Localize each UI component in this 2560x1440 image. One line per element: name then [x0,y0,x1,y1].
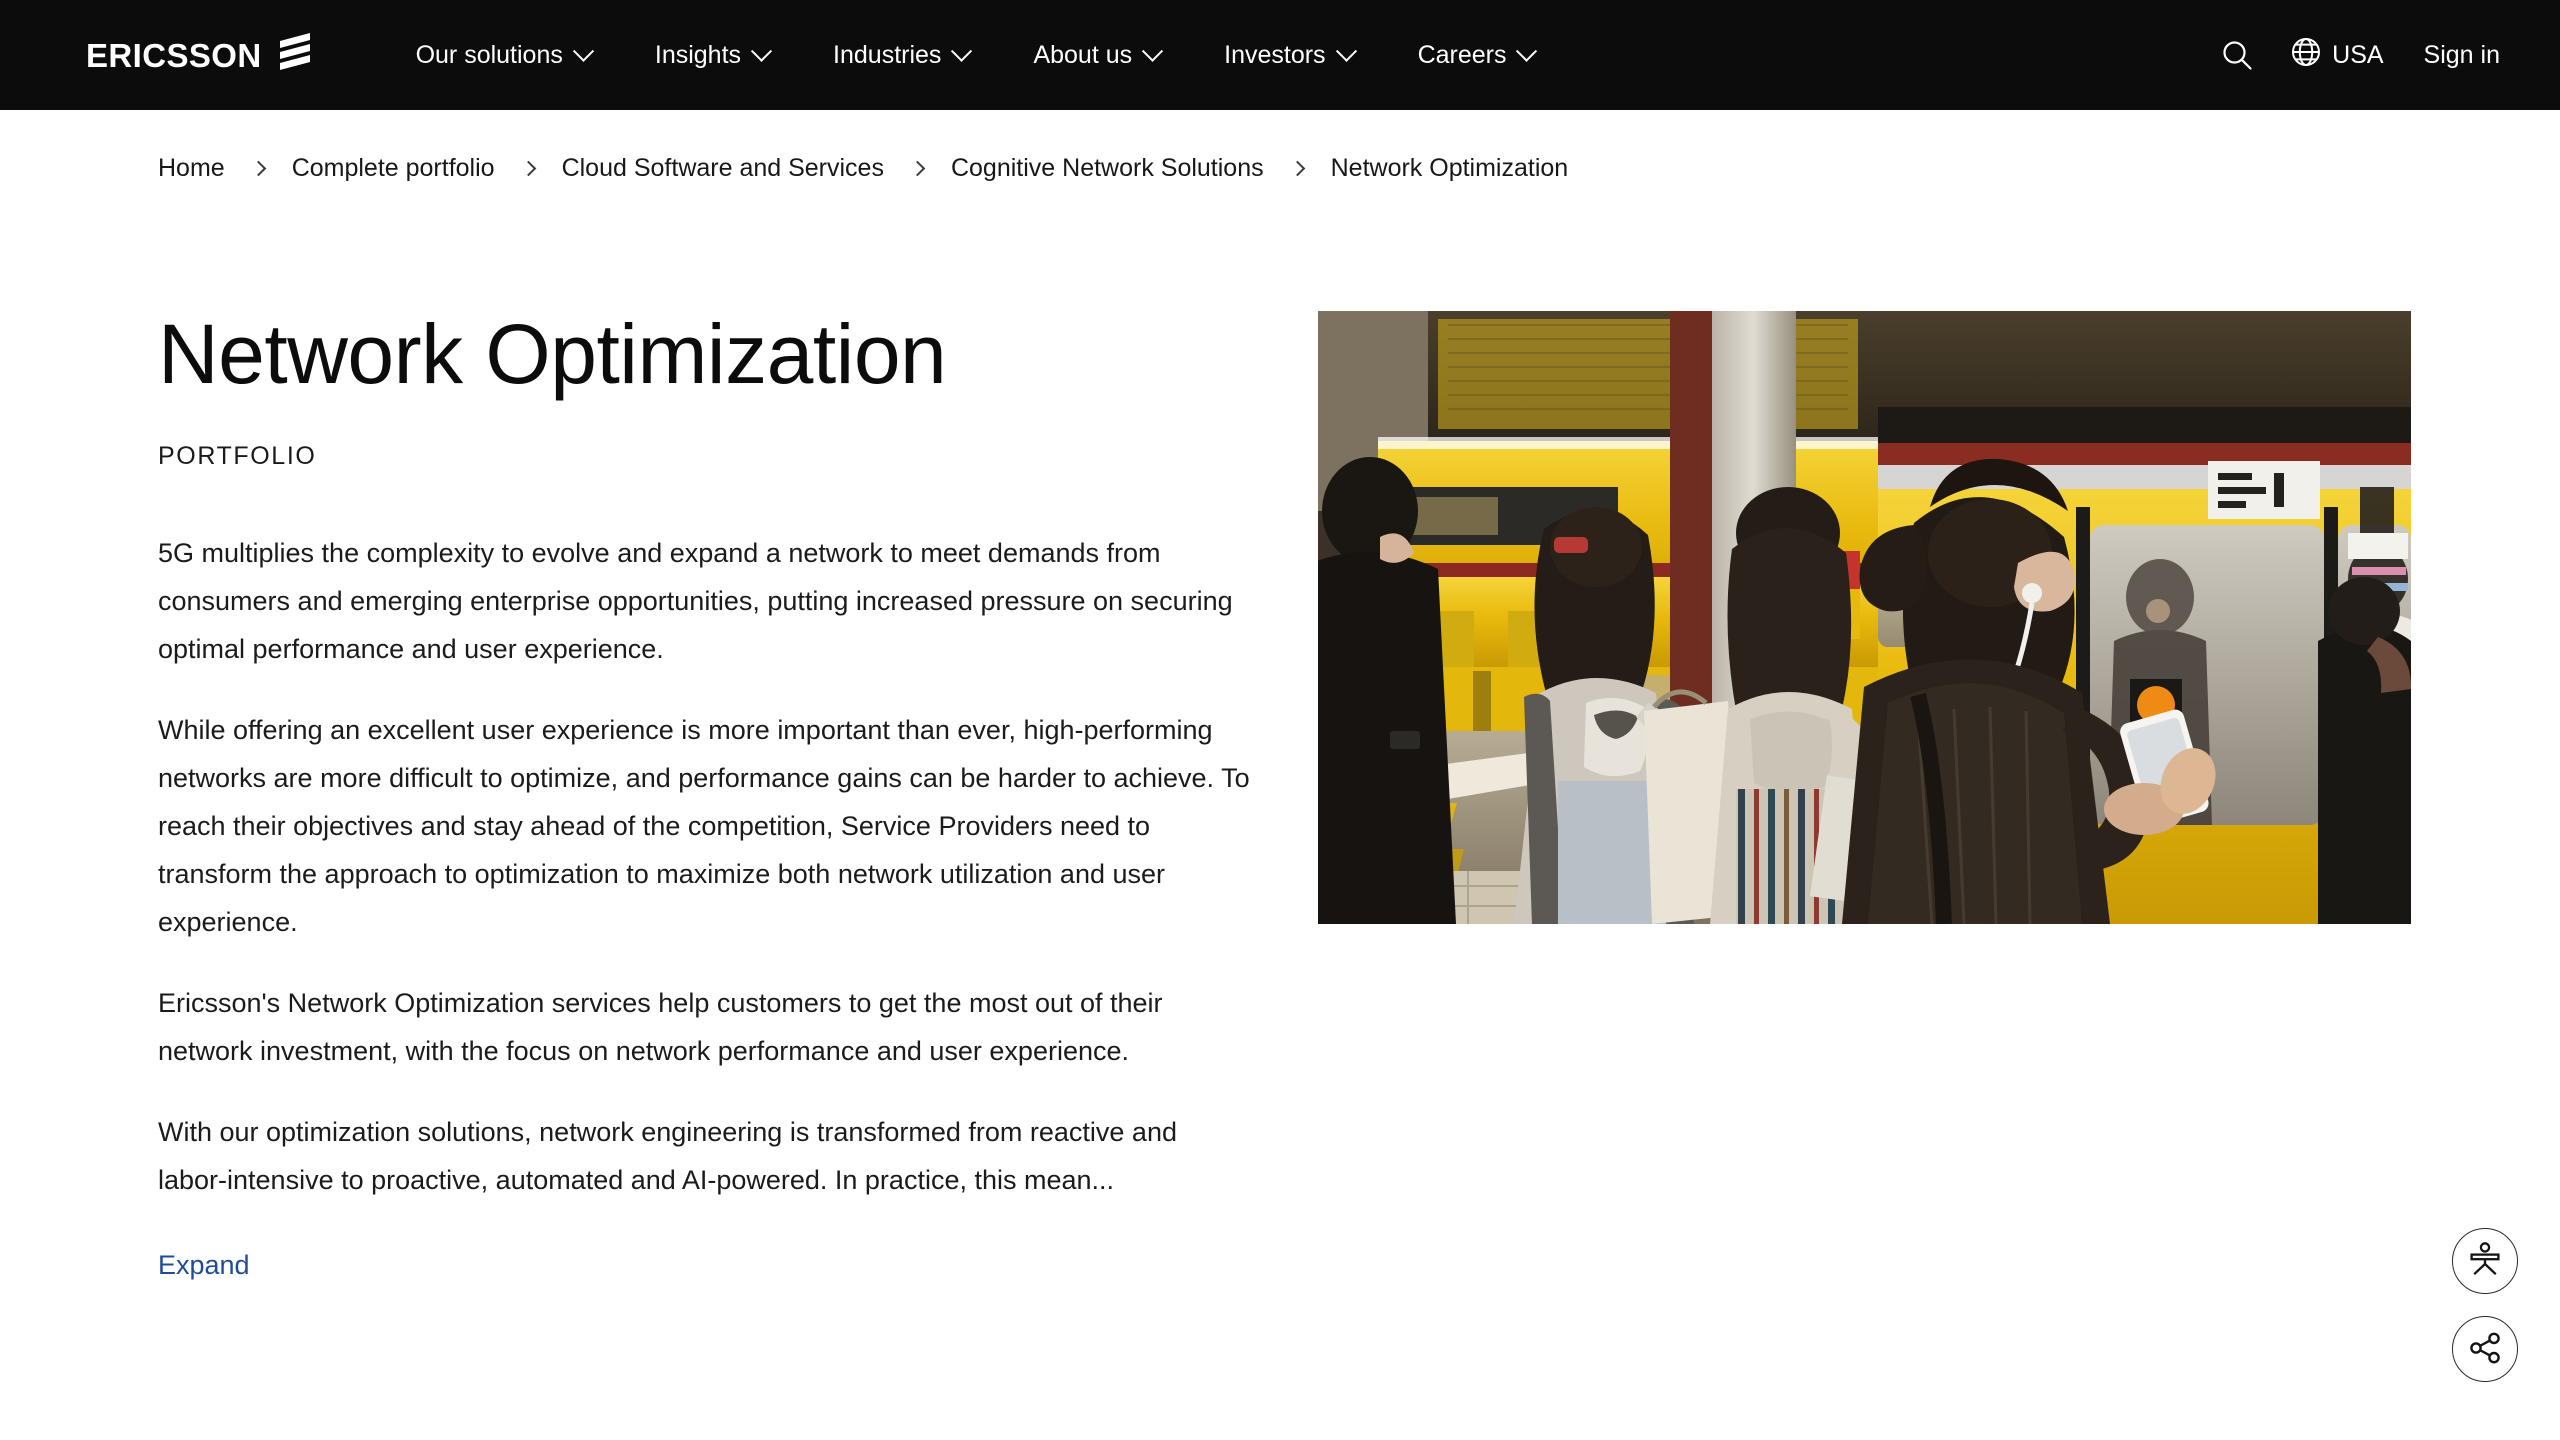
region-selector[interactable]: USA [2290,36,2384,75]
accessibility-person-icon-button[interactable] [2452,1228,2518,1294]
breadcrumb-item-network-optimization: Network Optimization [1330,154,1569,182]
chevron-right-icon [909,160,926,177]
intro-column: Network Optimization PORTFOLIO 5G multip… [158,307,1258,1289]
share-icon [2467,1330,2503,1369]
nav-label: Our solutions [415,40,563,69]
nav-label: Industries [833,40,942,69]
breadcrumb: Home Complete portfolio Cloud Software a… [0,110,2560,183]
chevron-right-icon [520,160,536,177]
nav-item-about-us[interactable]: About us [1001,0,1192,110]
nav-item-investors[interactable]: Investors [1192,0,1385,110]
ericsson-wordmark: ERICSSON [86,36,262,74]
site-header: ERICSSON Our solutions Insights Industri… [0,0,2560,110]
nav-item-industries[interactable]: Industries [801,0,1001,110]
globe-icon [2290,36,2322,75]
chevron-down-icon [951,40,973,62]
nav-label: Investors [1224,40,1326,69]
expand-link[interactable]: Expand [158,1241,250,1289]
nav-label: About us [1033,40,1133,69]
paragraph: With our optimization solutions, network… [158,1117,1177,1196]
chevron-down-icon [1335,40,1357,62]
breadcrumb-item-cloud-software-and-services[interactable]: Cloud Software and Services [562,154,884,183]
chevron-down-icon [750,40,773,62]
breadcrumb-item-home[interactable]: Home [158,154,225,183]
chevron-right-icon [1289,160,1305,177]
main-navigation: Our solutions Insights Industries About … [384,0,1567,110]
ericsson-three-bars-icon [276,31,316,80]
breadcrumb-item-complete-portfolio[interactable]: Complete portfolio [292,154,495,183]
chevron-right-icon [250,160,266,177]
chevron-down-icon [572,40,594,62]
region-label: USA [2332,40,2384,69]
paragraph: Ericsson's Network Optimization services… [158,988,1163,1067]
paragraph: 5G multiplies the complexity to evolve a… [158,538,1233,665]
accessibility-person-icon [2466,1241,2504,1282]
chevron-down-icon [1142,40,1164,62]
sign-in-button[interactable]: Sign in [2424,41,2500,70]
breadcrumb-item-cognitive-network-solutions[interactable]: Cognitive Network Solutions [951,154,1264,183]
nav-item-careers[interactable]: Careers [1386,0,1567,110]
share-icon-button[interactable] [2452,1316,2518,1382]
search-icon[interactable] [2220,38,2254,72]
description-body: 5G multiplies the complexity to evolve a… [158,529,1253,1289]
nav-item-insights[interactable]: Insights [623,0,801,110]
hero-column [1318,311,2411,1289]
main-content: Network Optimization PORTFOLIO 5G multip… [0,183,2560,1289]
chevron-down-icon [1516,40,1538,62]
header-actions: USA Sign in [2220,0,2560,110]
paragraph: While offering an excellent user experie… [158,715,1250,938]
nav-item-our-solutions[interactable]: Our solutions [384,0,623,110]
floating-action-stack [2452,1228,2518,1382]
ericsson-logo[interactable]: ERICSSON [86,31,316,80]
nav-label: Insights [654,40,742,69]
content-type-label: PORTFOLIO [158,442,317,471]
page-title: Network Optimization [158,307,947,401]
hero-image [1318,311,2411,924]
nav-label: Careers [1417,40,1507,69]
